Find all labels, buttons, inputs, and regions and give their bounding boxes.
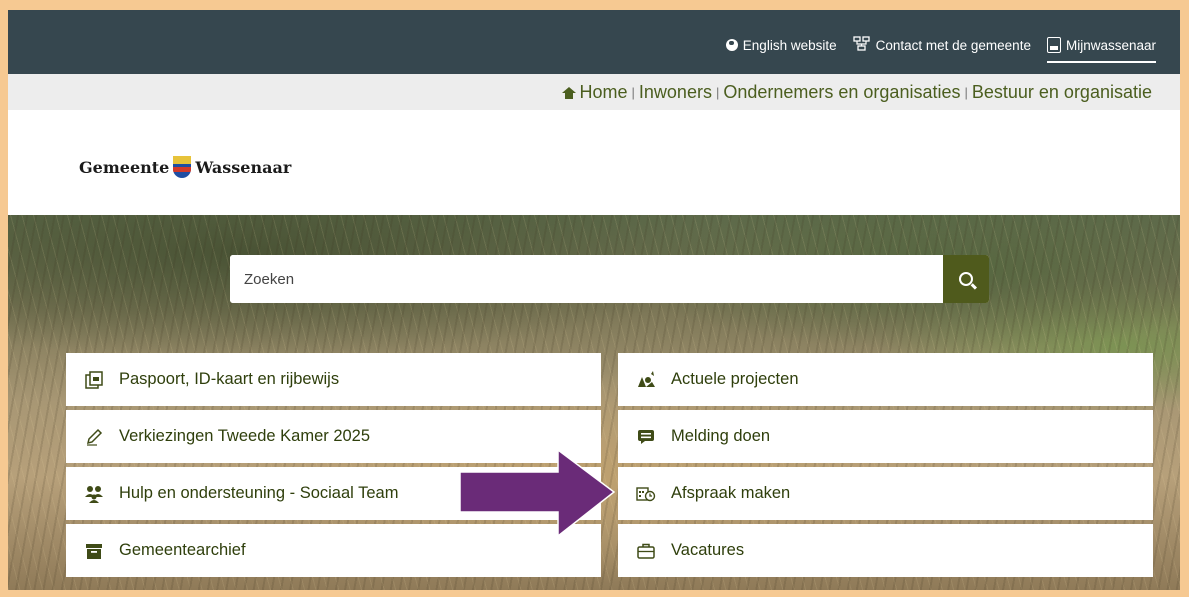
tile-paspoort[interactable]: Paspoort, ID-kaart en rijbewijs <box>66 353 601 406</box>
tile-label: Hulp en ondersteuning - Sociaal Team <box>119 484 399 502</box>
logo-text-wassenaar: Wassenaar <box>195 157 292 177</box>
mijnwassenaar-icon <box>1046 37 1061 53</box>
logo-text-gemeente: Gemeente <box>79 157 170 177</box>
tile-label: Paspoort, ID-kaart en rijbewijs <box>119 370 340 388</box>
english-website-label: English website <box>742 37 837 53</box>
globe-icon <box>725 39 738 51</box>
tile-label: Afspraak maken <box>671 484 791 502</box>
home-icon <box>561 86 576 99</box>
nav-inwoners[interactable]: Inwoners <box>639 82 712 103</box>
tile-afspraak[interactable]: Afspraak maken <box>618 467 1153 520</box>
search-button[interactable] <box>943 255 989 303</box>
tile-label: Gemeentearchief <box>119 541 246 559</box>
hero-banner: Paspoort, ID-kaart en rijbewijs Verkiezi… <box>8 215 1180 590</box>
page-frame: English website Contact met de gemeente … <box>8 10 1180 590</box>
tile-label: Melding doen <box>671 427 771 445</box>
people-icon <box>83 485 105 503</box>
crest-icon <box>173 156 192 178</box>
pencil-icon <box>83 428 105 446</box>
calendar-clock-icon <box>635 485 657 503</box>
network-icon <box>852 36 871 54</box>
nav-separator: | <box>631 85 635 100</box>
tile-vacatures[interactable]: Vacatures <box>618 524 1153 577</box>
mijnwassenaar-label: Mijnwassenaar <box>1065 37 1156 53</box>
tile-projecten[interactable]: Actuele projecten <box>618 353 1153 406</box>
nav-separator: | <box>964 85 968 100</box>
contact-label: Contact met de gemeente <box>875 37 1031 53</box>
nav-bestuur[interactable]: Bestuur en organisatie <box>972 82 1152 103</box>
search-icon <box>959 272 973 286</box>
tile-label: Verkiezingen Tweede Kamer 2025 <box>119 427 371 445</box>
english-website-link[interactable]: English website <box>725 37 837 59</box>
contact-link[interactable]: Contact met de gemeente <box>852 36 1031 60</box>
mijnwassenaar-link[interactable]: Mijnwassenaar <box>1046 37 1157 63</box>
tile-melding[interactable]: Melding doen <box>618 410 1153 463</box>
tile-label: Vacatures <box>671 541 745 559</box>
site-logo[interactable]: Gemeente Wassenaar <box>79 156 291 178</box>
highlight-arrow-icon <box>460 450 616 536</box>
message-icon <box>635 429 657 445</box>
nav-ondernemers[interactable]: Ondernemers en organisaties <box>723 82 960 103</box>
archive-icon <box>83 542 105 560</box>
search-input[interactable] <box>230 255 943 303</box>
briefcase-icon <box>635 543 657 559</box>
projects-icon <box>635 370 657 389</box>
search-bar <box>230 255 989 303</box>
id-card-icon <box>83 370 105 389</box>
nav-home[interactable]: Home <box>580 82 628 103</box>
tile-label: Actuele projecten <box>671 370 799 388</box>
utility-bar: English website Contact met de gemeente … <box>8 10 1180 74</box>
nav-separator: | <box>715 85 720 100</box>
main-nav: Home | Inwoners | Ondernemers en organis… <box>8 74 1180 110</box>
